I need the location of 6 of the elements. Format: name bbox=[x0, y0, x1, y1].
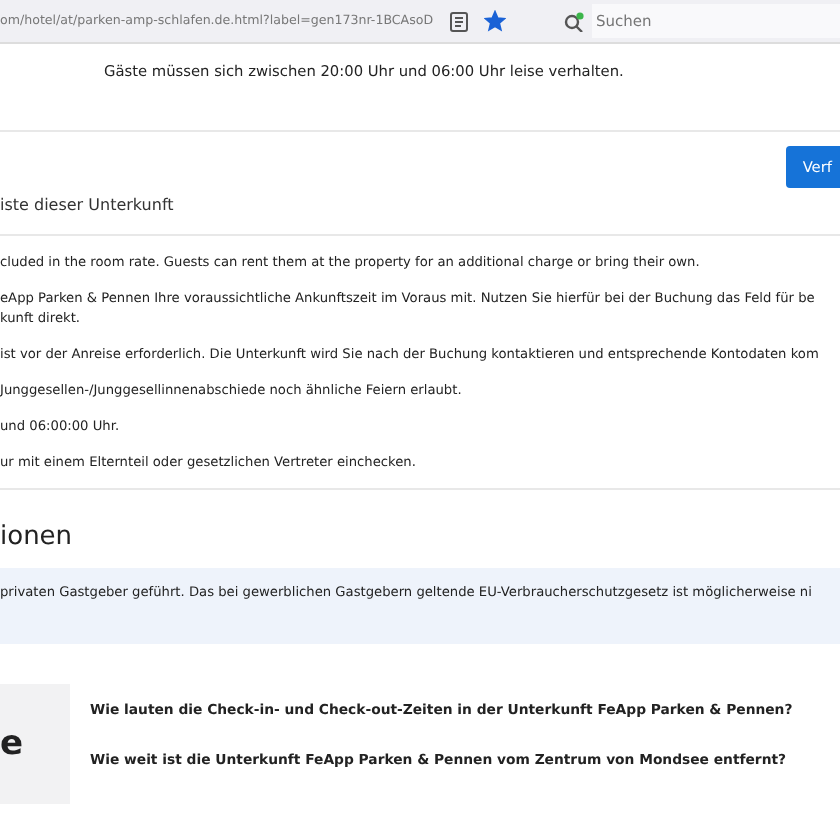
section-subtitle: iste dieser Unterkunft bbox=[0, 194, 176, 218]
star-icon[interactable] bbox=[483, 10, 506, 32]
reader-icon[interactable] bbox=[449, 11, 468, 31]
search-icon bbox=[564, 11, 584, 31]
section-heading: ionen bbox=[0, 520, 75, 556]
side-panel: e bbox=[0, 684, 70, 804]
